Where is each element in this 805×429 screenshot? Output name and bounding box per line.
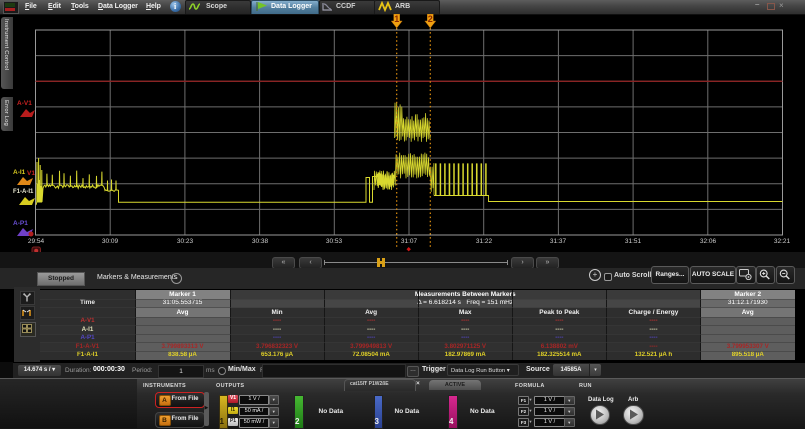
svg-text:1: 1: [394, 14, 399, 24]
svg-text:2: 2: [428, 14, 433, 24]
